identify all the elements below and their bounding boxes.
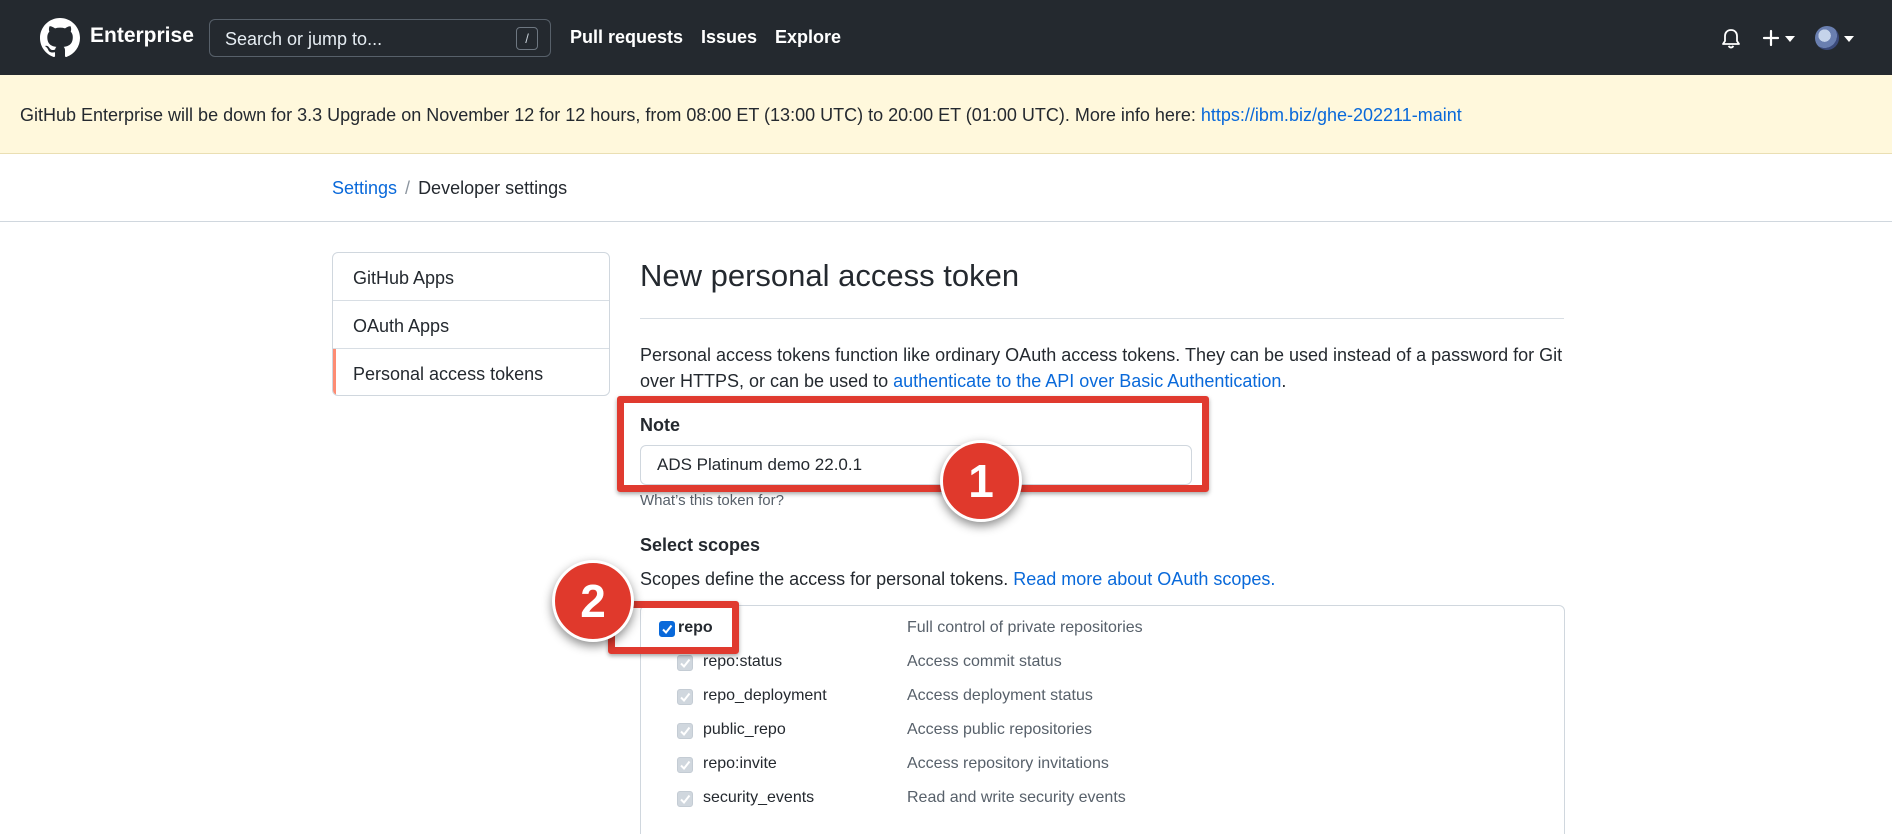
description-end: .	[1281, 371, 1287, 391]
oauth-scopes-link[interactable]: Read more about OAuth scopes.	[1013, 569, 1275, 589]
breadcrumb-current: Developer settings	[418, 178, 568, 198]
scope-checkbox-public-repo[interactable]	[677, 723, 693, 739]
breadcrumb: Settings / Developer settings	[332, 178, 567, 199]
scope-desc: Read and write security events	[907, 789, 1126, 806]
scope-desc: Access deployment status	[907, 687, 1093, 704]
maintenance-banner: GitHub Enterprise will be down for 3.3 U…	[0, 75, 1892, 154]
scope-name: security_events	[703, 789, 815, 806]
scopes-description: Scopes define the access for personal to…	[640, 569, 1275, 590]
scope-name: repo:status	[703, 653, 783, 670]
callout-step-1: 1	[940, 440, 1022, 522]
scopes-heading: Select scopes	[640, 535, 761, 555]
scope-name: repo_deployment	[703, 687, 827, 704]
bell-icon[interactable]	[1721, 28, 1741, 50]
callout-box-note	[617, 396, 1209, 492]
checkmark-icon	[680, 692, 691, 703]
note-hint: What’s this token for?	[640, 492, 784, 509]
scope-name: repo:invite	[703, 755, 777, 772]
scope-desc: Full control of private repositories	[907, 619, 1143, 636]
nav-pull-requests[interactable]: Pull requests	[570, 27, 683, 48]
plus-icon[interactable]	[1762, 29, 1780, 47]
scope-checkbox-repo-invite[interactable]	[677, 757, 693, 773]
page-title: New personal access token	[640, 258, 1020, 293]
banner-link[interactable]: https://ibm.biz/ghe-202211-maint	[1201, 105, 1462, 125]
scope-row-security-events: security_events Read and write security …	[640, 789, 1565, 815]
callout-step-2: 2	[552, 560, 634, 642]
github-logo-icon[interactable]	[40, 18, 80, 58]
scopes-desc-text: Scopes define the access for personal to…	[640, 569, 1014, 589]
banner-text: GitHub Enterprise will be down for 3.3 U…	[20, 105, 1201, 125]
breadcrumb-bar: Settings / Developer settings	[0, 154, 1892, 222]
search-input[interactable]: Search or jump to...	[225, 29, 382, 50]
search-shortcut-key: /	[516, 27, 538, 50]
avatar-chevron-down-icon[interactable]	[1844, 36, 1854, 42]
checkmark-icon	[680, 726, 691, 737]
checkmark-icon	[680, 794, 691, 805]
scope-checkbox-repo-deployment[interactable]	[677, 689, 693, 705]
scope-desc: Access public repositories	[907, 721, 1092, 738]
breadcrumb-separator: /	[405, 178, 411, 198]
breadcrumb-settings[interactable]: Settings	[332, 178, 397, 198]
scope-row-repo-invite: repo:invite Access repository invitation…	[640, 755, 1565, 781]
nav-explore[interactable]: Explore	[775, 27, 841, 48]
search-box[interactable]: Search or jump to... /	[209, 19, 551, 57]
scope-row-repo-status: repo:status Access commit status	[640, 653, 1565, 679]
scope-checkbox-security-events[interactable]	[677, 791, 693, 807]
scope-row-public-repo: public_repo Access public repositories	[640, 721, 1565, 747]
scope-desc: Access commit status	[907, 653, 1062, 670]
developer-settings-menu: GitHub Apps OAuth Apps Personal access t…	[332, 252, 610, 396]
nav-issues[interactable]: Issues	[701, 27, 757, 48]
brand-name[interactable]: Enterprise	[90, 24, 194, 48]
basic-auth-link[interactable]: authenticate to the API over Basic Authe…	[893, 371, 1281, 391]
scope-row-repo: repo Full control of private repositorie…	[640, 619, 1565, 645]
sidebar-item-oauth-apps[interactable]: OAuth Apps	[333, 301, 609, 349]
scope-desc: Access repository invitations	[907, 755, 1109, 772]
top-header: Enterprise Search or jump to... / Pull r…	[0, 0, 1892, 75]
sidebar-item-github-apps[interactable]: GitHub Apps	[333, 253, 609, 301]
banner-message: GitHub Enterprise will be down for 3.3 U…	[20, 105, 1462, 126]
scope-row-repo-deployment: repo_deployment Access deployment status	[640, 687, 1565, 713]
scope-checkbox-repo-status[interactable]	[677, 655, 693, 671]
checkmark-icon	[680, 760, 691, 771]
checkmark-icon	[680, 658, 691, 669]
sidebar-item-personal-access-tokens[interactable]: Personal access tokens	[333, 349, 609, 395]
token-description: Personal access tokens function like ord…	[640, 342, 1570, 394]
scope-name: public_repo	[703, 721, 786, 738]
avatar[interactable]	[1815, 26, 1839, 50]
chevron-down-icon[interactable]	[1785, 36, 1795, 42]
title-divider	[640, 318, 1564, 319]
